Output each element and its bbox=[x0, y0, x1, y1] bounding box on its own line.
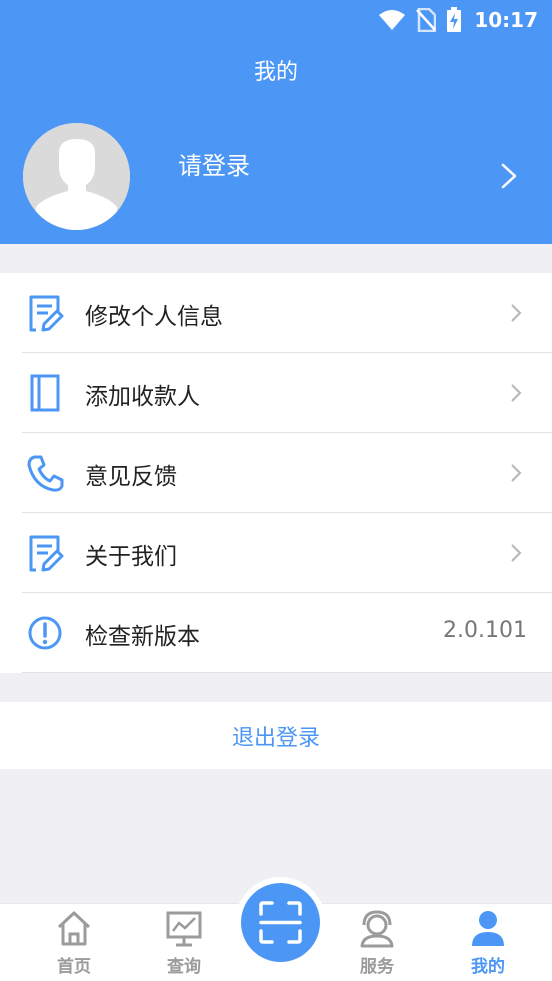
chart-monitor-icon bbox=[166, 911, 202, 947]
phone-icon bbox=[27, 455, 64, 492]
customer-service-icon bbox=[360, 910, 394, 948]
menu-item-label: 意见反馈 bbox=[85, 464, 177, 490]
scan-button[interactable] bbox=[241, 883, 320, 962]
status-icons: 10:17 bbox=[378, 6, 538, 34]
wifi-icon bbox=[379, 10, 406, 30]
menu-item-feedback[interactable]: 意见反馈 bbox=[0, 433, 552, 513]
scan-icon bbox=[259, 901, 302, 944]
profile-header: 10:17 我的 请登录 bbox=[0, 0, 552, 244]
menu-item-edit-profile[interactable]: 修改个人信息 bbox=[0, 273, 552, 353]
logout-label: 退出登录 bbox=[231, 726, 320, 751]
menu-item-label: 添加收款人 bbox=[85, 384, 200, 410]
tab-label: 服务 bbox=[360, 957, 394, 977]
profile-screen: 10:17 我的 请登录 修改个人信息 添加收款人 意见反馈 关于我们 检查新版… bbox=[0, 0, 552, 981]
menu-item-check-update[interactable]: 检查新版本 2.0.101 bbox=[0, 593, 552, 673]
alert-circle-icon bbox=[28, 616, 62, 650]
settings-menu: 修改个人信息 添加收款人 意见反馈 关于我们 检查新版本 2.0.101 bbox=[0, 273, 552, 673]
tab-query[interactable]: 查询 bbox=[139, 904, 229, 981]
tab-label: 查询 bbox=[167, 957, 201, 977]
divider bbox=[22, 672, 552, 673]
menu-item-label: 检查新版本 bbox=[85, 624, 200, 650]
menu-item-label: 关于我们 bbox=[85, 544, 177, 570]
login-prompt[interactable]: 请登录 bbox=[178, 146, 250, 181]
battery-charging-icon bbox=[447, 7, 462, 32]
book-icon bbox=[30, 374, 60, 412]
default-avatar-icon bbox=[23, 123, 130, 230]
tab-service[interactable]: 服务 bbox=[332, 904, 422, 981]
tab-home[interactable]: 首页 bbox=[29, 904, 119, 981]
status-bar: 10:17 bbox=[0, 0, 552, 40]
status-time: 10:17 bbox=[474, 8, 538, 32]
home-icon bbox=[57, 911, 91, 946]
menu-item-add-payee[interactable]: 添加收款人 bbox=[0, 353, 552, 433]
avatar[interactable] bbox=[23, 123, 130, 230]
tab-label: 首页 bbox=[57, 957, 91, 977]
chevron-right-icon bbox=[511, 464, 522, 482]
tab-label: 我的 bbox=[471, 957, 505, 977]
chevron-right-icon bbox=[511, 384, 522, 402]
logout-button[interactable]: 退出登录 bbox=[0, 702, 552, 769]
edit-document-icon bbox=[29, 295, 64, 332]
chevron-right-icon bbox=[511, 304, 522, 322]
no-sim-icon bbox=[416, 8, 437, 32]
menu-item-about-us[interactable]: 关于我们 bbox=[0, 513, 552, 593]
page-title: 我的 bbox=[253, 60, 298, 85]
chevron-right-icon[interactable] bbox=[499, 162, 521, 190]
app-version: 2.0.101 bbox=[443, 618, 527, 643]
tab-mine[interactable]: 我的 bbox=[443, 904, 533, 981]
document-icon bbox=[29, 535, 64, 572]
menu-item-label: 修改个人信息 bbox=[85, 304, 223, 330]
chevron-right-icon bbox=[511, 544, 522, 562]
user-icon bbox=[472, 911, 504, 946]
